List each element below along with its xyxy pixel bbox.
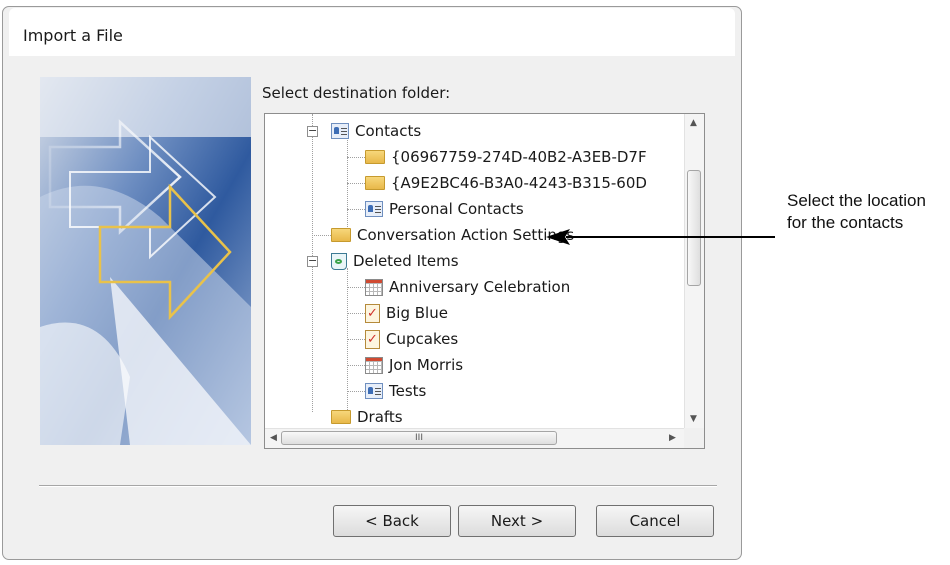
tree-connector (347, 183, 365, 184)
tree-item-label: Jon Morris (389, 356, 464, 374)
tree-item-conversation-action-settings[interactable]: Conversation Action Settings (331, 223, 574, 247)
deleted-items-icon (331, 252, 347, 270)
contacts-icon (331, 123, 349, 139)
horizontal-scrollbar[interactable]: ◀ III ▶ (265, 428, 685, 448)
folder-icon (331, 228, 351, 242)
title-bar: Import a File (9, 8, 735, 56)
contacts-icon (365, 201, 383, 217)
contacts-icon (365, 383, 383, 399)
tree-item-contacts[interactable]: Contacts (331, 119, 421, 143)
task-icon (365, 329, 380, 349)
tree-connector (347, 157, 365, 158)
calendar-icon (365, 278, 383, 296)
callout-annotation: Select the location for the contacts (787, 190, 926, 234)
tree-connector (347, 391, 365, 392)
tree-item-label: Cupcakes (386, 330, 459, 348)
tree-connector (312, 235, 331, 236)
tree-item-label: {06967759-274D-40B2-A3EB-D7F (391, 148, 647, 166)
tree-item-folder-06967759[interactable]: {06967759-274D-40B2-A3EB-D7F (365, 145, 647, 169)
tree-item-folder-a9e2bc46[interactable]: {A9E2BC46-B3A0-4243-B315-60D (365, 171, 647, 195)
wizard-arrow-illustration (40, 77, 251, 445)
tree-item-label: Drafts (357, 408, 403, 426)
tree-item-big-blue[interactable]: Big Blue (365, 301, 448, 325)
tree-connector (347, 339, 365, 340)
folder-icon (365, 150, 385, 164)
vertical-scroll-thumb[interactable] (687, 170, 701, 286)
tree-item-label: Conversation Action Settings (357, 226, 575, 244)
button-separator (39, 485, 717, 487)
cancel-button[interactable]: Cancel (596, 505, 714, 537)
annotation-line-1: Select the location (787, 191, 926, 210)
tree-item-label: Anniversary Celebration (389, 278, 571, 296)
tree-connector (347, 287, 365, 288)
horizontal-scroll-thumb[interactable]: III (281, 431, 557, 445)
dialog-title: Import a File (23, 26, 123, 45)
tree-item-label: {A9E2BC46-B3A0-4243-B315-60D (391, 174, 647, 192)
task-icon (365, 303, 380, 323)
collapse-deleted-items-toggle[interactable]: − (307, 255, 318, 267)
dialog-content: Select destination folder: − − Contacts (40, 64, 720, 484)
tree-item-deleted-items[interactable]: Deleted Items (331, 249, 459, 273)
destination-folder-prompt: Select destination folder: (262, 84, 451, 102)
collapse-contacts-toggle[interactable]: − (307, 125, 318, 137)
tree-item-personal-contacts[interactable]: Personal Contacts (365, 197, 524, 221)
tree-connector (347, 365, 365, 366)
folder-icon (365, 176, 385, 190)
tree-connector (347, 209, 365, 210)
scroll-left-arrow-icon[interactable]: ◀ (270, 433, 277, 443)
tree-item-jon-morris[interactable]: Jon Morris (365, 353, 463, 377)
tree-item-label: Contacts (355, 122, 422, 140)
tree-item-cupcakes[interactable]: Cupcakes (365, 327, 458, 351)
tree-item-label: Deleted Items (353, 252, 459, 270)
vertical-scrollbar[interactable]: ▲ ▼ (684, 114, 704, 429)
scroll-right-arrow-icon[interactable]: ▶ (669, 433, 676, 443)
folder-tree[interactable]: − − Contacts {06967759-274D-40B2-A3EB-D7… (264, 113, 705, 449)
import-file-dialog: Import a File Select destination folder:… (2, 6, 742, 560)
calendar-icon (365, 356, 383, 374)
annotation-line-2: for the contacts (787, 213, 904, 232)
next-button[interactable]: Next > (458, 505, 576, 537)
tree-item-tests[interactable]: Tests (365, 379, 426, 403)
scrollbar-corner (684, 428, 704, 448)
tree-connector (347, 134, 348, 229)
tree-item-anniversary-celebration[interactable]: Anniversary Celebration (365, 275, 570, 299)
scroll-up-arrow-icon[interactable]: ▲ (690, 118, 697, 128)
tree-item-label: Tests (389, 382, 427, 400)
tree-item-label: Big Blue (386, 304, 448, 322)
folder-icon (331, 410, 351, 424)
tree-connector (347, 313, 365, 314)
back-button[interactable]: < Back (333, 505, 451, 537)
tree-item-drafts[interactable]: Drafts (331, 405, 403, 429)
scroll-down-arrow-icon[interactable]: ▼ (690, 414, 697, 424)
tree-item-label: Personal Contacts (389, 200, 524, 218)
